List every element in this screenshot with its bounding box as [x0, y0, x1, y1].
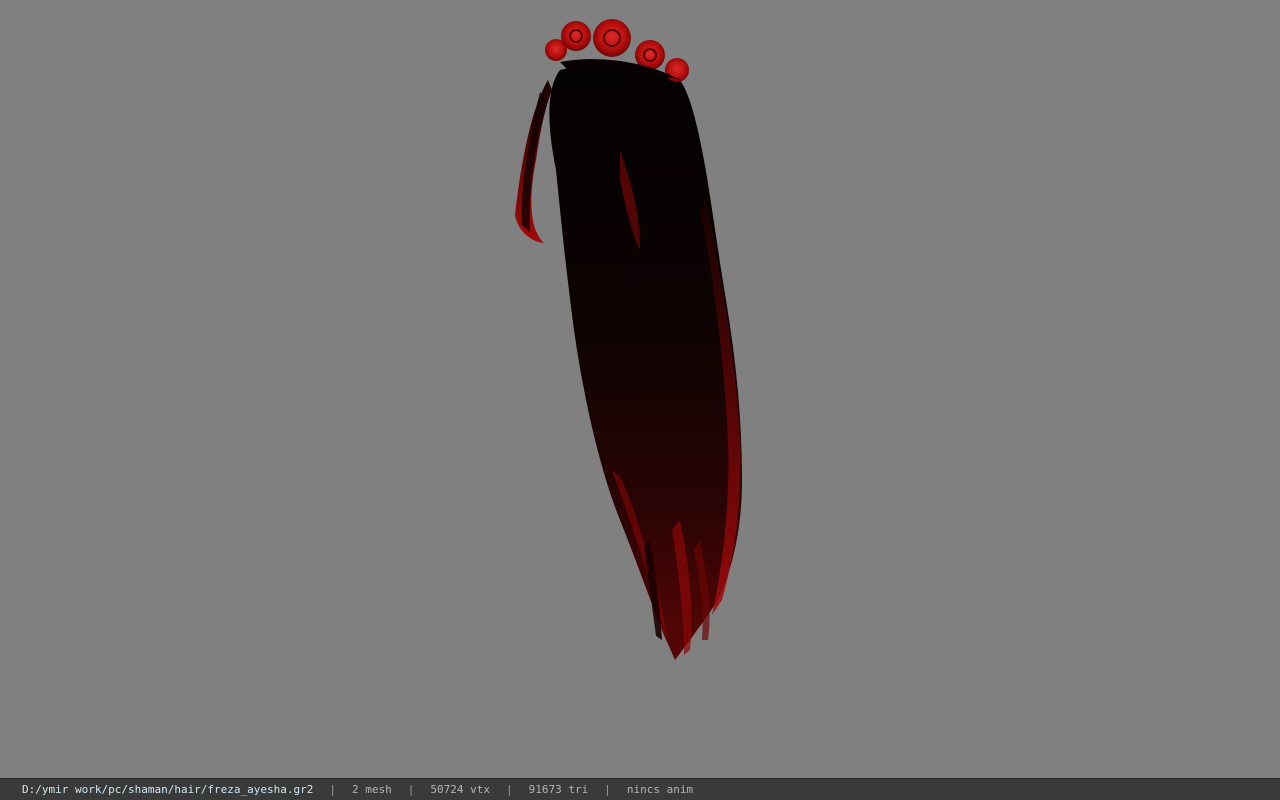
anim-status: nincs anim: [626, 783, 694, 796]
mesh-count: 2 mesh: [352, 783, 392, 796]
3d-viewport[interactable]: [0, 0, 1280, 778]
file-path: D:/ymir work/pc/shaman/hair/freza_ayesha…: [22, 783, 314, 796]
vertex-count: 50724 vtx: [430, 783, 491, 796]
triangle-count: 91673 tri: [528, 783, 589, 796]
separator: |: [329, 783, 337, 796]
hair-main-body: [549, 64, 742, 660]
separator: |: [407, 783, 415, 796]
status-bar: D:/ymir work/pc/shaman/hair/freza_ayesha…: [0, 778, 1280, 800]
separator: |: [604, 783, 611, 796]
separator: |: [506, 783, 513, 796]
hair-model-icon: [515, 19, 742, 660]
